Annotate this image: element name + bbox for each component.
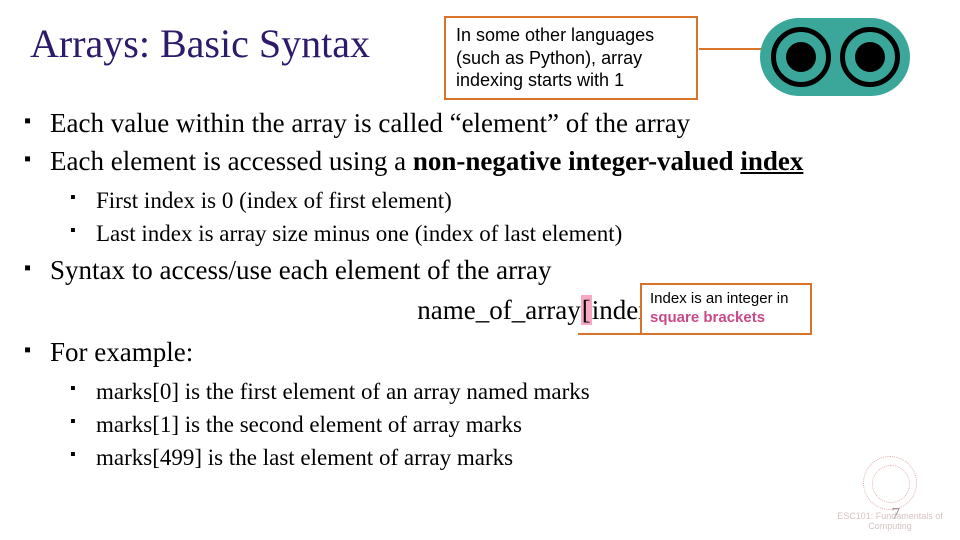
bullet-index-access: Each element is accessed using a non-neg… [22, 144, 942, 250]
sub-bullet-first-index: First index is 0 (index of first element… [68, 185, 942, 216]
callout-languages: In some other languages (such as Python)… [444, 16, 698, 100]
eye-left-icon [771, 27, 831, 87]
sub-bullet-last-index: Last index is array size minus one (inde… [68, 218, 942, 249]
watermark-logo-icon [863, 456, 917, 510]
callout-index-connector [578, 333, 640, 335]
bullet-for-example: For example: marks[0] is the first eleme… [22, 335, 942, 474]
watermark: ESC101: Fundamentals of Computing [830, 456, 950, 532]
slide-title: Arrays: Basic Syntax [30, 20, 370, 67]
callout-index: Index is an integer in square brackets [640, 283, 812, 335]
sub-bullet-marks499: marks[499] is the last element of array … [68, 442, 942, 473]
sub-bullet-marks1: marks[1] is the second element of array … [68, 409, 942, 440]
eyes-icon [760, 18, 910, 96]
eye-right-icon [840, 27, 900, 87]
watermark-text: ESC101: Fundamentals of Computing [830, 512, 950, 532]
sub-bullet-marks0: marks[0] is the first element of an arra… [68, 376, 942, 407]
bullet-element-def: Each value within the array is called “e… [22, 106, 942, 142]
